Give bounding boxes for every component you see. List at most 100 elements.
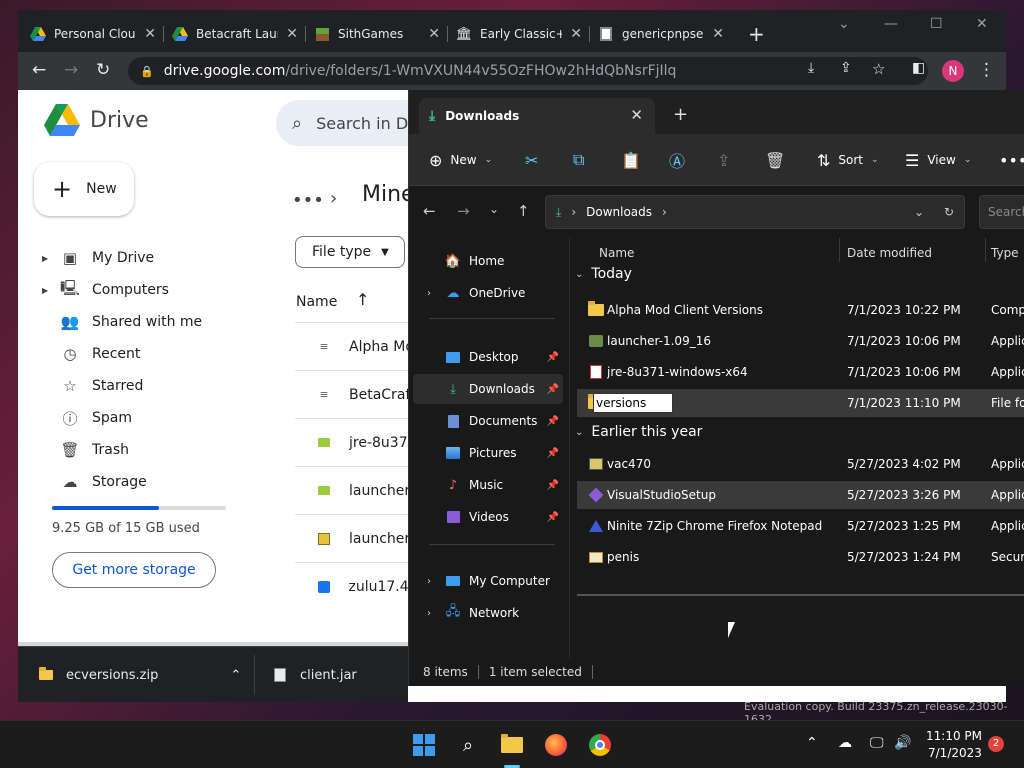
drive-new-button[interactable]: + New	[34, 162, 134, 216]
column-type-header[interactable]: Type	[991, 246, 1019, 260]
firefox-icon[interactable]	[542, 731, 570, 759]
nav-computers[interactable]: ▶ 🖳 Computers	[42, 276, 169, 304]
nav-videos[interactable]: Videos 📌	[413, 502, 563, 532]
chevron-up-icon[interactable]: ⌃	[230, 668, 241, 683]
chevron-right-icon[interactable]: ›	[427, 608, 437, 619]
minimize-icon[interactable]: —	[884, 16, 898, 32]
explorer-tab[interactable]: ⤓ Downloads ✕	[419, 98, 655, 134]
forward-icon[interactable]: →	[64, 60, 78, 80]
maximize-icon[interactable]: ☐	[930, 16, 943, 32]
more-button[interactable]: •••	[999, 148, 1024, 172]
rename-input[interactable]: versions	[593, 393, 673, 413]
reload-icon[interactable]: ↻	[96, 60, 110, 80]
nav-spam[interactable]: ⓘ Spam	[42, 404, 132, 432]
drive-file-row[interactable]: ≡ BetaCraf	[295, 370, 415, 418]
share-icon[interactable]: ⇪	[840, 60, 852, 76]
cut-button[interactable]: ✂	[525, 148, 538, 172]
address-dropdown-icon[interactable]: ⌄	[914, 205, 924, 219]
file-row[interactable]: VisualStudioSetup 5/27/2023 3:26 PM Applic	[577, 481, 1024, 509]
file-explorer-icon[interactable]	[498, 731, 526, 759]
file-row[interactable]: Alpha Mod Client Versions 7/1/2023 10:22 …	[577, 296, 1024, 324]
back-icon[interactable]: ←	[32, 60, 46, 80]
forward-icon[interactable]: →	[457, 202, 470, 220]
chrome-icon[interactable]	[586, 731, 614, 759]
file-row[interactable]: penis 5/27/2023 1:24 PM Securit	[577, 543, 1024, 571]
close-icon[interactable]: ✕	[570, 26, 582, 42]
new-tab-button[interactable]: +	[748, 22, 765, 46]
group-header[interactable]: ⌄ Earlier this year	[575, 424, 702, 440]
nav-documents[interactable]: Documents 📌	[413, 406, 563, 436]
expand-arrow-icon[interactable]: ▶	[42, 286, 48, 295]
drive-file-row[interactable]: launcher	[295, 466, 415, 514]
column-name-header[interactable]: Name	[599, 246, 634, 260]
drive-file-row[interactable]: launcher	[295, 514, 415, 562]
column-name-header[interactable]: Name	[296, 294, 337, 310]
clock-time[interactable]: 11:10 PM	[926, 729, 982, 743]
download-item[interactable]: client.jar	[272, 647, 357, 703]
column-separator[interactable]	[985, 238, 986, 262]
cloud-offline-icon[interactable]: ☁	[838, 735, 852, 751]
rename-button[interactable]: Ⓐ	[669, 148, 685, 172]
expand-arrow-icon[interactable]: ▶	[42, 254, 48, 263]
close-icon[interactable]: ✕	[630, 106, 643, 124]
file-row[interactable]: launcher-1.09_16 7/1/2023 10:06 PM Applic	[577, 327, 1024, 355]
nav-my-computer[interactable]: › My Computer	[413, 566, 563, 596]
chevron-right-icon[interactable]: ›	[427, 576, 437, 587]
chrome-tab-1[interactable]: Betacraft Laun ✕	[164, 16, 306, 52]
file-row[interactable]: Ninite 7Zip Chrome Firefox Notepad Inst.…	[577, 512, 1024, 540]
share-button[interactable]: ⇪	[717, 148, 730, 172]
nav-trash[interactable]: 🗑 Trash	[42, 436, 129, 464]
sort-button[interactable]: ⇅ Sort ⌄	[817, 148, 879, 172]
refresh-icon[interactable]: ↻	[944, 205, 954, 219]
nav-music[interactable]: ♪ Music 📌	[413, 470, 563, 500]
column-separator[interactable]	[839, 238, 840, 262]
install-app-icon[interactable]: ⤓	[808, 60, 814, 76]
nav-storage[interactable]: ☁ Storage	[42, 468, 147, 496]
nav-home[interactable]: 🏠 Home	[413, 246, 563, 276]
chrome-tab-2[interactable]: SithGames ✕	[306, 16, 448, 52]
breadcrumb-downloads[interactable]: Downloads	[586, 205, 652, 219]
nav-downloads[interactable]: ⤓ Downloads 📌	[413, 374, 563, 404]
nav-onedrive[interactable]: › ☁ OneDrive	[413, 278, 563, 308]
new-button[interactable]: ⊕ New ⌄	[429, 148, 492, 172]
file-type-filter[interactable]: File type ▼	[295, 236, 405, 268]
view-button[interactable]: ☰ View ⌄	[905, 148, 971, 172]
column-date-header[interactable]: Date modified	[847, 246, 932, 260]
volume-icon[interactable]: 🔊	[894, 735, 911, 751]
pin-icon[interactable]: 📌	[547, 384, 559, 395]
breadcrumb-folder[interactable]: Mine	[362, 182, 415, 207]
chevron-up-icon[interactable]: ⌃	[806, 735, 818, 751]
back-icon[interactable]: ←	[423, 202, 436, 220]
pin-icon[interactable]: 📌	[547, 416, 559, 427]
menu-dots-icon[interactable]: ⋮	[978, 60, 995, 80]
get-more-storage-button[interactable]: Get more storage	[52, 552, 216, 588]
pin-icon[interactable]: 📌	[547, 448, 559, 459]
paste-button[interactable]: 📋	[621, 148, 641, 172]
delete-button[interactable]: 🗑	[765, 148, 785, 172]
nav-recent[interactable]: ◷ Recent	[42, 340, 140, 368]
horizontal-scrollbar[interactable]	[577, 594, 1024, 596]
bookmark-star-icon[interactable]: ☆	[872, 60, 885, 78]
nav-desktop[interactable]: Desktop 📌	[413, 342, 563, 372]
start-windows-icon[interactable]	[410, 731, 438, 759]
file-row[interactable]: jre-8u371-windows-x64 7/1/2023 10:06 PM Ap…	[577, 358, 1024, 386]
chrome-tab-3[interactable]: 🏛 Early Classic+ ✕	[448, 16, 590, 52]
profile-avatar[interactable]: N	[942, 60, 964, 82]
drive-file-row[interactable]: jre-8u37	[295, 418, 415, 466]
sort-arrow-up-icon[interactable]: ↑	[356, 290, 369, 309]
chrome-tab-0[interactable]: Personal Cloud ✕	[22, 16, 164, 52]
copy-button[interactable]: ⧉	[573, 148, 584, 172]
nav-network[interactable]: › 🖧 Network	[413, 598, 563, 628]
up-icon[interactable]: ↑	[517, 202, 530, 220]
side-panel-icon[interactable]: ◧	[912, 60, 925, 76]
close-icon[interactable]: ✕	[712, 26, 724, 42]
search-icon[interactable]: ⌕	[454, 731, 482, 759]
close-icon[interactable]: ✕	[144, 26, 156, 42]
chevron-right-icon[interactable]: ›	[427, 288, 437, 299]
clock-date[interactable]: 7/1/2023	[928, 746, 982, 760]
file-row[interactable]: vac470 5/27/2023 4:02 PM Applic	[577, 450, 1024, 478]
recent-locations-icon[interactable]: ⌄	[489, 202, 499, 216]
pin-icon[interactable]: 📌	[547, 352, 559, 363]
chrome-tab-4[interactable]: genericpnpser ✕	[590, 16, 732, 52]
nav-starred[interactable]: ☆ Starred	[42, 372, 143, 400]
